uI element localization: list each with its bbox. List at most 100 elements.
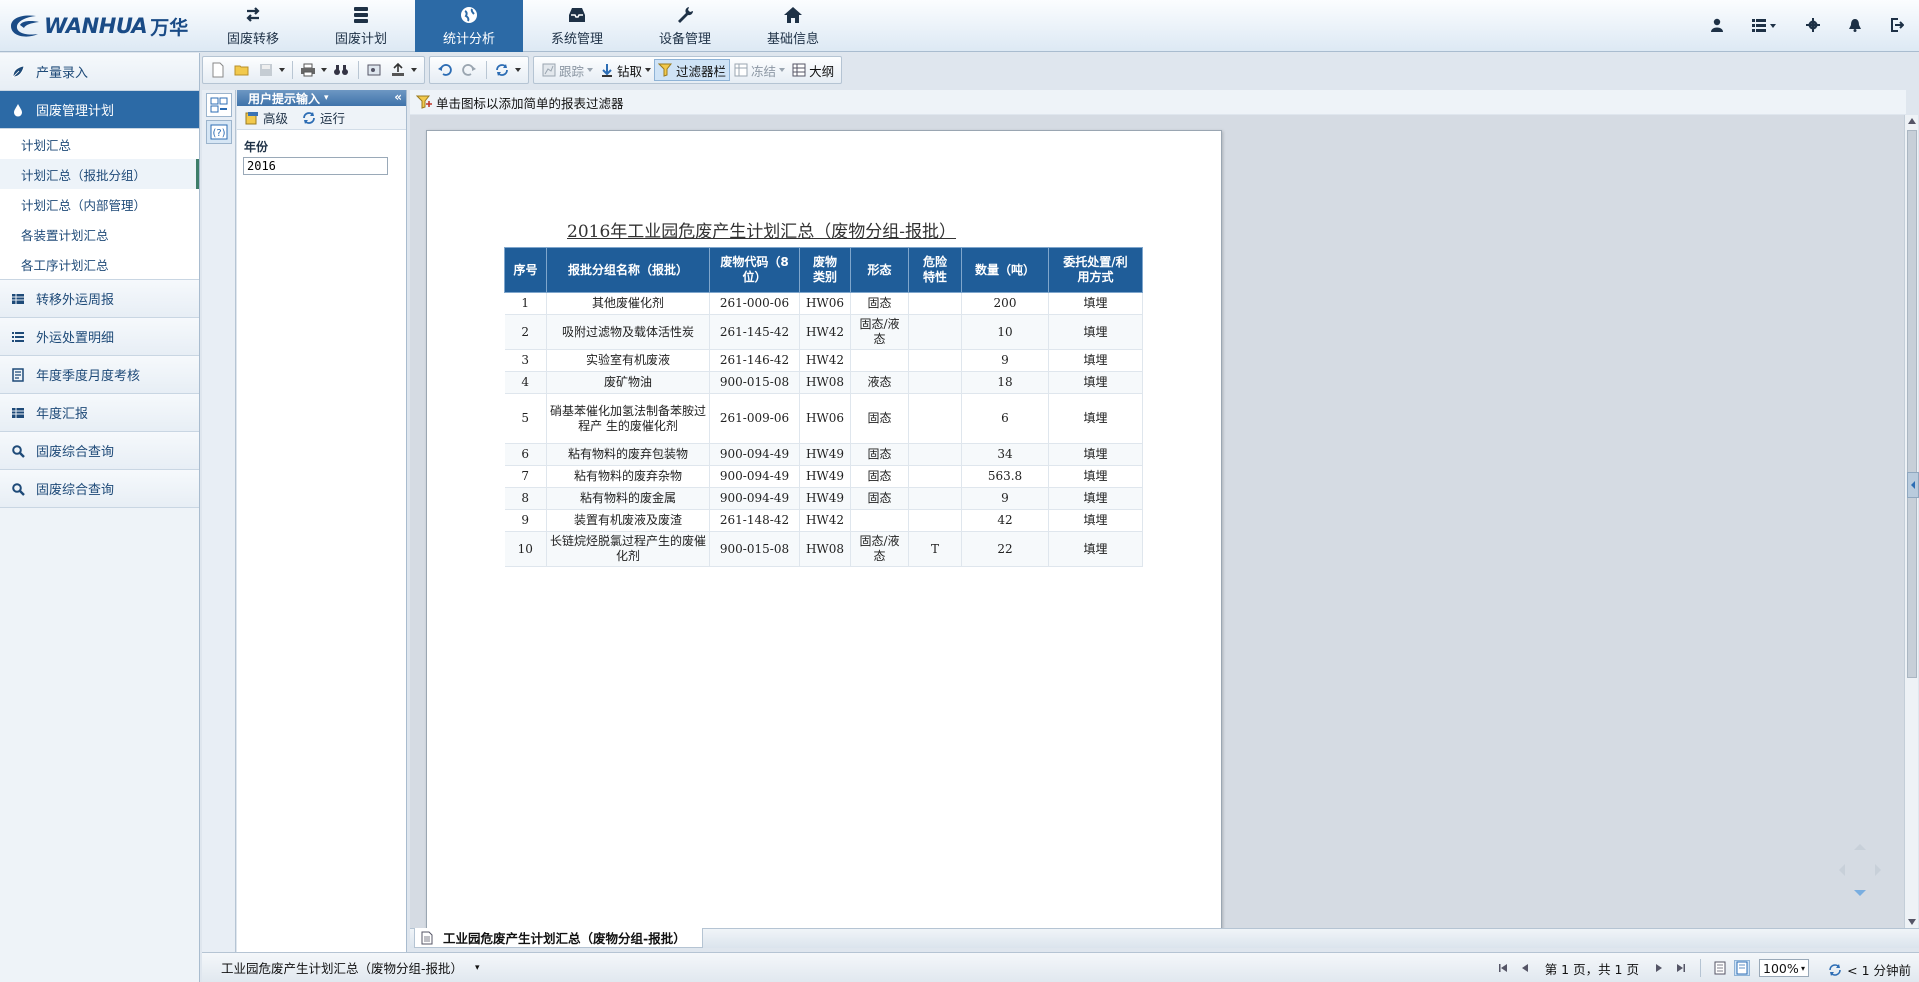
gear-icon[interactable] <box>1803 14 1823 36</box>
cell-waste-category: HW42 <box>799 509 851 532</box>
brand-name: WANHUA <box>44 14 148 38</box>
advanced-label: 高级 <box>263 111 289 126</box>
column-header[interactable]: 报批分组名称（报批） <box>546 247 710 293</box>
submenu-item-unit-plan-summary[interactable]: 各装置计划汇总 <box>0 219 199 249</box>
last-page-icon[interactable] <box>1673 960 1689 976</box>
run-button[interactable]: 运行 <box>302 108 345 127</box>
page-view-icon[interactable] <box>1734 960 1750 976</box>
report-page: 2016年工业园危废产生计划汇总（废物分组-报批） 序号 报批分组名称（报批） … <box>426 130 1222 930</box>
main-nav: 固废转移 固废计划 统计分析 系统管理 设备管理 基础信息 <box>199 0 847 52</box>
new-document-button[interactable] <box>207 59 231 81</box>
chevron-down-icon[interactable]: ▾ <box>324 93 329 103</box>
save-button[interactable] <box>255 59 288 81</box>
cell-group-name: 长链烷烃脱氯过程产生的废催化剂 <box>546 531 710 567</box>
submenu-item-plan-summary-approval-group[interactable]: 计划汇总（报批分组） <box>0 159 199 189</box>
cell-form: 固态 <box>850 292 909 315</box>
cell-disposal: 填埋 <box>1048 509 1143 532</box>
next-page-icon[interactable] <box>1651 960 1667 976</box>
zoom-select[interactable]: 100% ▾ <box>1759 959 1809 977</box>
database-icon <box>354 7 368 23</box>
submenu-item-plan-summary-internal[interactable]: 计划汇总（内部管理） <box>0 189 199 219</box>
scroll-up-icon[interactable] <box>1908 118 1916 124</box>
cell-hazard <box>908 509 962 532</box>
first-page-icon[interactable] <box>1495 960 1511 976</box>
last-refresh[interactable]: < 1 分钟前 <box>1828 960 1911 979</box>
cell-group-name: 粘有物料的废金属 <box>546 487 710 510</box>
outline-button[interactable]: 大纲 <box>788 59 837 81</box>
user-icon[interactable] <box>1707 14 1727 36</box>
sidebar-item-waste-management-plan[interactable]: 固废管理计划 <box>0 91 199 129</box>
side-panel-toggle[interactable] <box>1907 472 1919 498</box>
sidebar-item-production-input[interactable]: 产量录入 <box>0 53 199 91</box>
list-menu-icon[interactable] <box>1749 14 1781 36</box>
nav-solid-waste-plan[interactable]: 固废计划 <box>307 0 415 52</box>
report-name-dropdown[interactable]: 工业园危废产生计划汇总（废物分组-报批） ▾ <box>221 958 480 977</box>
nav-solid-waste-transfer[interactable]: 固废转移 <box>199 0 307 52</box>
column-header[interactable]: 形态 <box>850 247 909 293</box>
bell-icon[interactable] <box>1845 14 1865 36</box>
column-header[interactable]: 废物代码（8位） <box>709 247 800 293</box>
add-filter-icon[interactable] <box>416 94 432 110</box>
sidebar-item-annual-report[interactable]: 年度汇报 <box>0 394 199 432</box>
logout-icon[interactable] <box>1887 14 1907 36</box>
cell-quantity: 42 <box>961 509 1049 532</box>
export-button[interactable] <box>387 59 420 81</box>
column-header[interactable]: 序号 <box>504 247 547 293</box>
sidebar-item-waste-query-1[interactable]: 固废综合查询 <box>0 432 199 470</box>
filter-icon <box>658 63 673 77</box>
cell-form <box>850 349 909 372</box>
advanced-button[interactable]: 高级 <box>245 108 288 127</box>
previous-page-icon[interactable] <box>1517 960 1533 976</box>
freeze-button[interactable]: 冻结 <box>730 59 788 81</box>
submenu-item-plan-summary[interactable]: 计划汇总 <box>0 129 199 159</box>
report-tab[interactable]: 工业园危废产生计划汇总（废物分组-报批） <box>414 928 703 948</box>
collapse-panel-icon[interactable]: « <box>394 90 402 104</box>
refresh-button[interactable] <box>491 59 524 81</box>
column-header[interactable]: 委托处置/利用方式 <box>1048 247 1143 293</box>
sidebar-item-label: 固废综合查询 <box>36 445 115 460</box>
nav-equipment-management[interactable]: 设备管理 <box>631 0 739 52</box>
sidebar-item-label: 产量录入 <box>36 66 89 81</box>
vertical-scrollbar[interactable] <box>1904 115 1918 928</box>
nav-statistics-analysis[interactable]: 统计分析 <box>415 0 523 52</box>
submenu-item-process-plan-summary[interactable]: 各工序计划汇总 <box>0 249 199 279</box>
print-button[interactable] <box>297 59 330 81</box>
nav-down-arrow-icon[interactable] <box>1854 890 1866 896</box>
open-folder-button[interactable] <box>231 59 255 81</box>
sidebar-item-waste-query-2[interactable]: 固废综合查询 <box>0 470 199 508</box>
dataset-objects-button[interactable] <box>206 93 232 117</box>
sidebar-item-disposal-details[interactable]: 外运处置明细 <box>0 318 199 356</box>
page-navigator[interactable] <box>1835 840 1885 900</box>
sidebar-item-periodic-assessment[interactable]: 年度季度月度考核 <box>0 356 199 394</box>
find-button[interactable] <box>330 59 354 81</box>
redo-button[interactable] <box>458 59 482 81</box>
cell-form: 固态 <box>850 443 909 466</box>
cell-waste-code: 261-148-42 <box>709 509 800 532</box>
drill-down-icon <box>602 64 613 77</box>
column-header[interactable]: 数量（吨） <box>961 247 1049 293</box>
properties-button[interactable] <box>363 59 387 81</box>
column-header[interactable]: 危险特性 <box>908 247 962 293</box>
cell-quantity: 6 <box>961 393 1049 444</box>
track-button[interactable]: 跟踪 <box>538 59 596 81</box>
column-header[interactable]: 废物类别 <box>799 247 851 293</box>
undo-button[interactable] <box>434 59 458 81</box>
nav-system-management[interactable]: 系统管理 <box>523 0 631 52</box>
sidebar-item-transfer-weekly-report[interactable]: 转移外运周报 <box>0 280 199 318</box>
nav-basic-info[interactable]: 基础信息 <box>739 0 847 52</box>
nav-up-arrow-icon[interactable] <box>1854 844 1866 850</box>
wanhua-logo[interactable]: WANHUA 万华 <box>8 10 188 42</box>
filter-bar-toggle[interactable]: 过滤器栏 <box>654 59 731 81</box>
nav-right-arrow-icon[interactable] <box>1875 864 1881 876</box>
document-icon <box>421 931 433 944</box>
prompt-input-button[interactable]: (?) <box>206 120 232 144</box>
drill-button[interactable]: 钻取 <box>596 59 654 81</box>
svg-text:(?): (?) <box>212 128 225 139</box>
cell-disposal: 填埋 <box>1048 465 1143 488</box>
nav-left-arrow-icon[interactable] <box>1839 864 1845 876</box>
continuous-view-icon[interactable] <box>1712 960 1728 976</box>
year-input[interactable] <box>243 157 388 175</box>
scrollbar-thumb[interactable] <box>1907 130 1917 678</box>
cell-waste-category: HW42 <box>799 349 851 372</box>
scroll-down-icon[interactable] <box>1908 919 1916 925</box>
